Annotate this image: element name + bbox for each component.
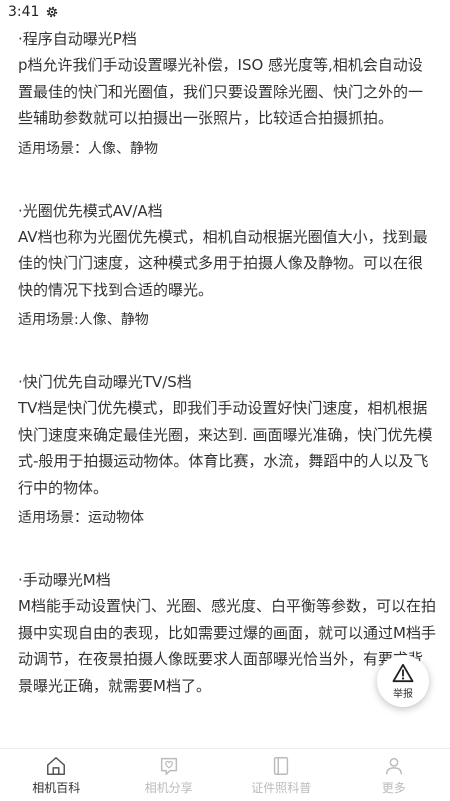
tab-label: 相机百科 (32, 779, 80, 796)
article-content[interactable]: ·程序自动曝光P档 p档允许我们手动设置曝光补偿，ISO 感光度等,相机会自动设… (18, 26, 436, 748)
report-label: 举报 (393, 685, 413, 700)
section-scene: 适用场景:人像、静物 (18, 307, 436, 333)
section-title: ·程序自动曝光P档 (18, 26, 436, 52)
user-icon (383, 755, 405, 777)
section-title: ·快门优先自动曝光TV/S档 (18, 369, 436, 395)
section-m-mode: ·手动曝光M档 M档能手动设置快门、光圈、感光度、白平衡等参数，可以在拍摄中实现… (18, 567, 436, 699)
tab-label: 相机分享 (145, 779, 193, 796)
section-body: p档允许我们手动设置曝光补偿，ISO 感光度等,相机会自动设置最佳的快门和光圈值… (18, 52, 436, 132)
bottom-tab-bar: 相机百科 相机分享 证件照科普 更多 (0, 748, 450, 801)
tab-camera-share[interactable]: 相机分享 (113, 749, 226, 801)
heart-chat-icon (158, 755, 180, 777)
home-icon (45, 755, 67, 777)
tab-label: 证件照科普 (251, 779, 311, 796)
tab-more[interactable]: 更多 (338, 749, 450, 801)
warning-icon (392, 663, 414, 683)
status-time: 3:41 (8, 4, 39, 20)
section-body: M档能手动设置快门、光圈、感光度、白平衡等参数，可以在拍摄中实现自由的表现，比如… (18, 593, 436, 699)
status-bar: 3:41 (0, 0, 450, 24)
gear-icon (45, 5, 59, 19)
section-body: AV档也称为光圈优先模式，相机自动根据光圈值大小，找到最佳的快门门速度，这种模式… (18, 224, 436, 304)
section-body: TV档是快门优先模式，即我们手动设置好快门速度，相机根据快门速度来确定最佳光圈，… (18, 395, 436, 501)
tab-camera-wiki[interactable]: 相机百科 (0, 749, 113, 801)
section-title: ·手动曝光M档 (18, 567, 436, 593)
section-av-mode: ·光圈优先模式AV/A档 AV档也称为光圈优先模式，相机自动根据光圈值大小，找到… (18, 198, 436, 334)
section-scene: 适用场景：运动物体 (18, 505, 436, 531)
section-title: ·光圈优先模式AV/A档 (18, 198, 436, 224)
book-icon (270, 755, 292, 777)
section-p-mode: ·程序自动曝光P档 p档允许我们手动设置曝光补偿，ISO 感光度等,相机会自动设… (18, 26, 436, 162)
section-scene: 适用场景：人像、静物 (18, 136, 436, 162)
section-tv-mode: ·快门优先自动曝光TV/S档 TV档是快门优先模式，即我们手动设置好快门速度，相… (18, 369, 436, 531)
tab-label: 更多 (382, 779, 406, 796)
tab-id-photo[interactable]: 证件照科普 (225, 749, 338, 801)
report-button[interactable]: 举报 (377, 655, 429, 707)
